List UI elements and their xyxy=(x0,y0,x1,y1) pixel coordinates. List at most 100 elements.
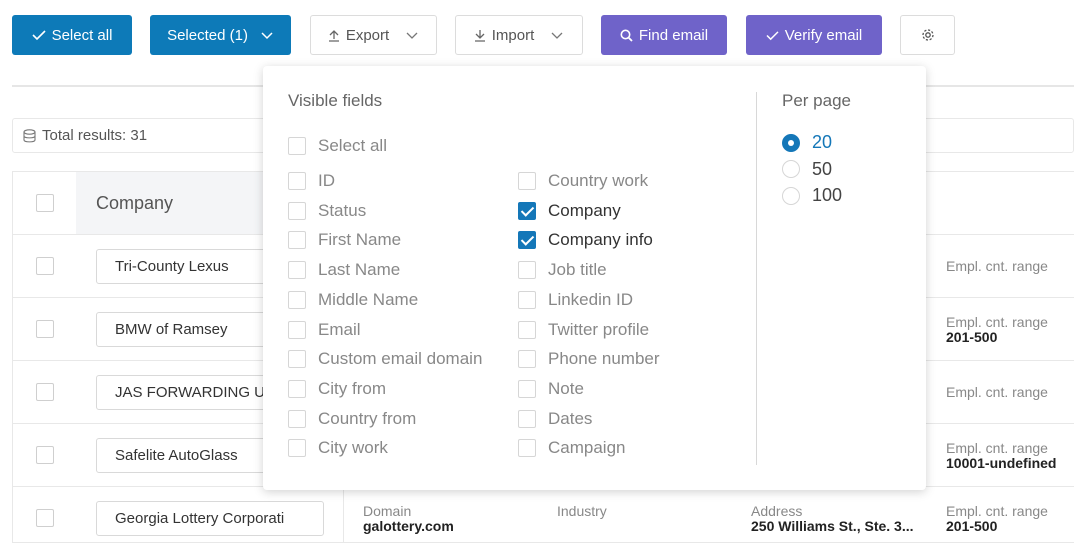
find-email-label: Find email xyxy=(638,26,709,44)
field-checkbox-campaign[interactable]: Campaign xyxy=(518,438,626,458)
checkbox-label: Phone number xyxy=(548,349,660,369)
radio-label: 50 xyxy=(812,158,833,179)
field-checkbox-dates[interactable]: Dates xyxy=(518,409,592,429)
checkbox-box[interactable] xyxy=(288,261,306,280)
checkbox-label: Linkedin ID xyxy=(548,289,634,309)
find-email-button[interactable]: Find email xyxy=(601,15,727,55)
select-all-fields-checkbox[interactable]: Select all xyxy=(288,136,387,156)
verify-email-button[interactable]: Verify email xyxy=(746,15,882,55)
radio-dot[interactable] xyxy=(782,133,800,152)
checkbox-label: Company xyxy=(548,200,621,220)
field-checkbox-city-from[interactable]: City from xyxy=(288,379,386,399)
field-checkbox-company-info[interactable]: Company info xyxy=(518,230,653,250)
field-checkbox-middle-name[interactable]: Middle Name xyxy=(288,290,418,310)
checkbox-box[interactable] xyxy=(288,172,306,190)
checkbox-box[interactable] xyxy=(288,439,306,458)
field-checkbox-first-name[interactable]: First Name xyxy=(288,230,401,250)
radio-dot[interactable] xyxy=(782,186,800,205)
checkbox-label: Dates xyxy=(548,408,593,428)
checkbox-box[interactable] xyxy=(518,201,536,220)
radio-label: 20 xyxy=(812,132,833,152)
checkbox-label: Country work xyxy=(548,171,649,190)
checkbox-box[interactable] xyxy=(288,350,306,369)
checkbox-box[interactable] xyxy=(288,231,306,250)
checkbox-label: Status xyxy=(318,200,367,220)
checkbox-label: Country from xyxy=(318,408,417,428)
chevron-down-icon xyxy=(406,32,418,39)
checkbox-box[interactable] xyxy=(288,290,306,309)
import-button[interactable]: Import xyxy=(455,15,583,55)
field-checkbox-city-work[interactable]: City work xyxy=(288,438,388,458)
checkbox-label: Custom email domain xyxy=(318,349,483,369)
table-row[interactable]: Georgia Lottery Corporati Domain galotte… xyxy=(13,487,1074,543)
field-checkbox-status[interactable]: Status xyxy=(288,201,366,221)
selected-dropdown-button[interactable]: Selected (1) xyxy=(150,15,291,55)
checkbox-box[interactable] xyxy=(518,350,536,369)
row-checkbox[interactable] xyxy=(36,509,54,527)
empl-range-label: Empl. cnt. range xyxy=(946,314,1048,330)
row-checkbox[interactable] xyxy=(36,446,54,464)
checkbox-box[interactable] xyxy=(518,172,536,190)
checkbox-box[interactable] xyxy=(518,231,536,250)
row-checkbox[interactable] xyxy=(36,320,54,338)
domain-value: galottery.com xyxy=(363,518,454,534)
database-icon xyxy=(23,128,36,142)
verify-email-label: Verify email xyxy=(784,26,863,44)
field-checkbox-custom-email-domain[interactable]: Custom email domain xyxy=(288,349,482,369)
row-checkbox[interactable] xyxy=(36,257,54,275)
field-checkbox-twitter-profile[interactable]: Twitter profile xyxy=(518,320,649,340)
checkbox-label: Twitter profile xyxy=(548,319,650,339)
company-name-field[interactable]: Georgia Lottery Corporati xyxy=(96,501,324,536)
field-checkbox-company[interactable]: Company xyxy=(518,201,621,221)
industry-label: Industry xyxy=(557,503,607,519)
empl-range-label: Empl. cnt. range xyxy=(946,258,1048,274)
radio-dot[interactable] xyxy=(782,160,800,178)
settings-button[interactable] xyxy=(900,15,955,55)
empl-range-value: 10001-undefined xyxy=(946,455,1057,471)
upload-icon xyxy=(328,29,339,42)
per-page-option-100[interactable]: 100 xyxy=(782,185,842,206)
field-checkbox-country-from[interactable]: Country from xyxy=(288,409,416,429)
checkbox-box[interactable] xyxy=(288,409,306,428)
per-page-option-50[interactable]: 50 xyxy=(782,159,832,180)
empl-range-label: Empl. cnt. range xyxy=(946,440,1048,456)
empl-range-value: 201-500 xyxy=(946,329,998,345)
checkbox-label: Campaign xyxy=(548,438,626,458)
checkbox-box[interactable] xyxy=(518,290,536,309)
empl-range-label: Empl. cnt. range xyxy=(946,384,1048,400)
field-checkbox-id[interactable]: ID xyxy=(288,171,335,191)
checkbox-box[interactable] xyxy=(518,261,536,280)
visible-fields-panel: Visible fields Select all ID Status First … xyxy=(263,66,926,490)
checkbox-box[interactable] xyxy=(288,379,306,398)
export-button[interactable]: Export xyxy=(310,15,437,55)
field-checkbox-linkedin-id[interactable]: Linkedin ID xyxy=(518,290,633,310)
select-all-label: Select all xyxy=(51,26,113,44)
field-checkbox-last-name[interactable]: Last Name xyxy=(288,260,400,280)
field-checkbox-country-work[interactable]: Country work xyxy=(518,171,648,191)
header-checkbox[interactable] xyxy=(36,194,54,212)
domain-label: Domain xyxy=(363,503,412,519)
radio-label: 100 xyxy=(812,185,843,205)
checkbox-box[interactable] xyxy=(288,320,306,339)
checkbox-box[interactable] xyxy=(288,137,306,155)
address-value: 250 Williams St., Ste. 3... xyxy=(751,518,914,534)
field-checkbox-job-title[interactable]: Job title xyxy=(518,260,607,280)
empl-range-cell: Empl. cnt. range 201-500 xyxy=(946,315,1048,345)
checkbox-box[interactable] xyxy=(288,201,306,220)
checkbox-box[interactable] xyxy=(518,409,536,428)
check-icon xyxy=(31,30,46,41)
empl-range-label: Empl. cnt. range xyxy=(946,503,1048,519)
field-checkbox-note[interactable]: Note xyxy=(518,379,584,399)
checkbox-box[interactable] xyxy=(518,439,536,458)
checkbox-label: Note xyxy=(548,378,584,398)
checkbox-box[interactable] xyxy=(518,320,536,339)
per-page-option-20[interactable]: 20 xyxy=(782,132,832,153)
gear-icon xyxy=(921,29,934,41)
select-all-button[interactable]: Select all xyxy=(12,15,132,55)
visible-fields-title: Visible fields xyxy=(288,91,383,110)
download-icon xyxy=(474,29,485,42)
checkbox-box[interactable] xyxy=(518,379,536,398)
row-checkbox[interactable] xyxy=(36,383,54,401)
field-checkbox-email[interactable]: Email xyxy=(288,320,361,340)
field-checkbox-phone-number[interactable]: Phone number xyxy=(518,349,660,369)
